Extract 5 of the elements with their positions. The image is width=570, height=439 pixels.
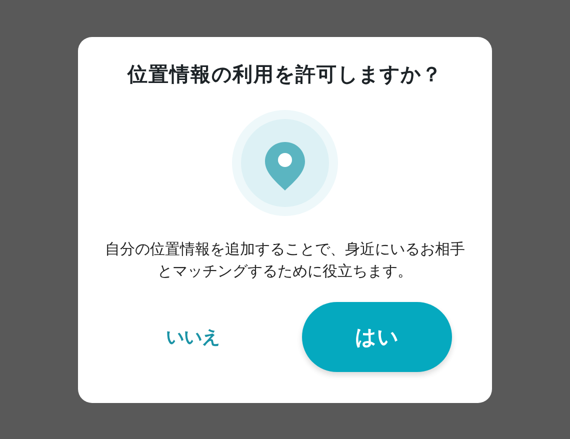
yes-button[interactable]: はい xyxy=(302,302,452,372)
dialog-message: 自分の位置情報を追加することで、身近にいるお相手とマッチングするために役立ちます。 xyxy=(104,238,466,282)
no-button[interactable]: いいえ xyxy=(162,318,224,354)
location-pin-icon xyxy=(232,110,338,216)
dialog-title: 位置情報の利用を許可しますか？ xyxy=(128,60,442,88)
